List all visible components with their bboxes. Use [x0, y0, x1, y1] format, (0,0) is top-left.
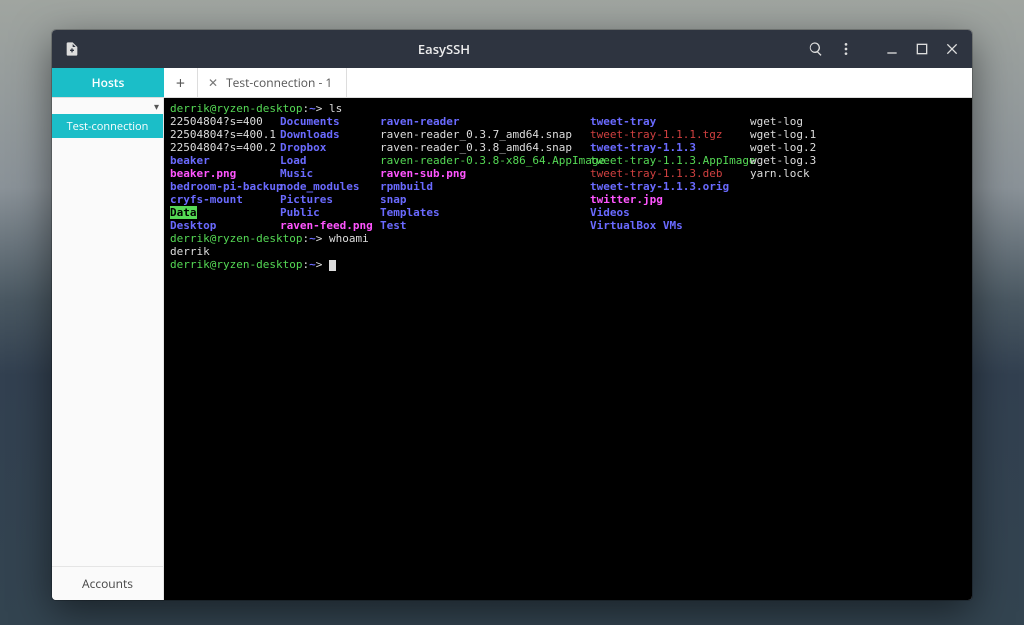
chevron-down-icon[interactable]: ▾	[52, 98, 163, 114]
ls-row: 22504804?s=400.2Dropboxraven-reader_0.3.…	[170, 141, 966, 154]
sidebar: ▾ Test-connection Accounts	[52, 98, 164, 600]
ls-row: beakerLoadraven-reader-0.3.8-x86_64.AppI…	[170, 154, 966, 167]
terminal[interactable]: derrik@ryzen-desktop:~> ls22504804?s=400…	[164, 98, 972, 600]
kebab-menu-icon[interactable]	[832, 35, 860, 63]
hosts-button[interactable]: Hosts	[52, 68, 164, 97]
ls-row: cryfs-mountPicturessnaptwitter.jpg	[170, 193, 966, 206]
window-body: Hosts + ✕ Test-connection - 1 ▾ Test-con…	[52, 68, 972, 600]
app-window: EasySSH Hosts +	[52, 30, 972, 600]
ls-row: bedroom-pi-backupnode_modulesrpmbuildtwe…	[170, 180, 966, 193]
ls-row: Desktopraven-feed.pngTestVirtualBox VMs	[170, 219, 966, 232]
sidebar-item-test-connection[interactable]: Test-connection	[52, 114, 163, 138]
close-tab-icon[interactable]: ✕	[208, 74, 218, 91]
minimize-button[interactable]	[878, 35, 906, 63]
ls-row: beaker.pngMusicraven-sub.pngtweet-tray-1…	[170, 167, 966, 180]
accounts-button[interactable]: Accounts	[52, 566, 163, 600]
ls-row: 22504804?s=400Documentsraven-readertweet…	[170, 115, 966, 128]
titlebar: EasySSH	[52, 30, 972, 68]
new-file-icon[interactable]	[58, 35, 86, 63]
main-area: ▾ Test-connection Accounts derrik@ryzen-…	[52, 98, 972, 600]
maximize-button[interactable]	[908, 35, 936, 63]
plus-icon: +	[176, 72, 185, 94]
window-title: EasySSH	[86, 40, 802, 58]
tab-label: Test-connection - 1	[226, 74, 332, 91]
tabbar: Hosts + ✕ Test-connection - 1	[52, 68, 972, 98]
ls-row: DataPublicTemplatesVideos	[170, 206, 966, 219]
tab-test-connection[interactable]: ✕ Test-connection - 1	[198, 68, 347, 97]
close-button[interactable]	[938, 35, 966, 63]
ls-row: 22504804?s=400.1Downloadsraven-reader_0.…	[170, 128, 966, 141]
add-tab-button[interactable]: +	[164, 68, 198, 97]
search-icon[interactable]	[802, 35, 830, 63]
